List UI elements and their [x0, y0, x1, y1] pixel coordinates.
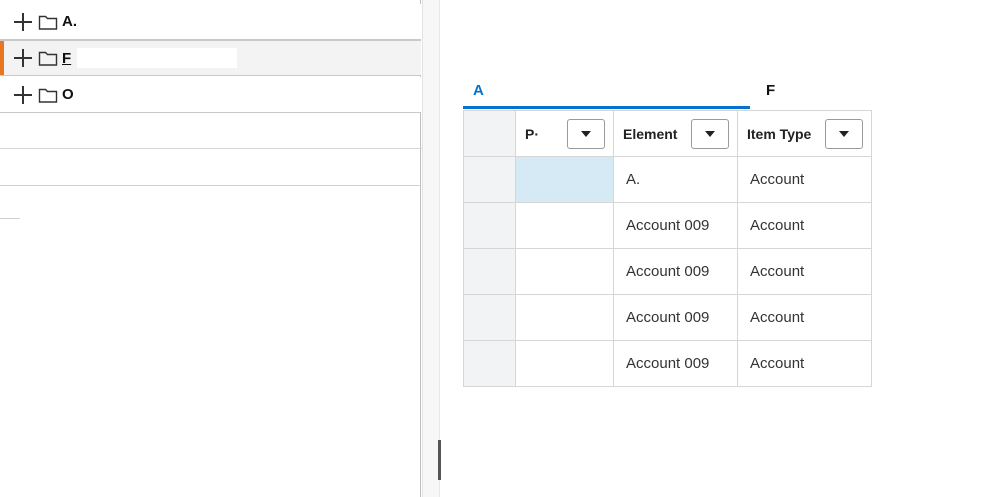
tab-a[interactable]: A — [463, 72, 750, 108]
grid-cell[interactable]: Account — [737, 340, 872, 387]
column-header-label: Item Type — [747, 125, 812, 142]
panel-splitter[interactable] — [422, 0, 440, 497]
row-header-cell[interactable] — [463, 248, 516, 295]
folder-icon — [38, 88, 58, 103]
divider — [0, 218, 20, 219]
tree-item-partial — [0, 113, 432, 149]
grid-cell[interactable]: A. — [613, 156, 738, 203]
item-type-value: Account — [750, 171, 805, 188]
caret-down-icon — [581, 130, 591, 137]
column-header-element: Element — [613, 110, 738, 157]
redacted-area — [77, 48, 238, 68]
row-header-cell[interactable] — [463, 340, 516, 387]
row-header-cell[interactable] — [463, 156, 516, 203]
element-value: Account 009 — [626, 309, 710, 326]
tree-item[interactable]: O — [0, 77, 421, 113]
grid-cell[interactable]: Account 009 — [613, 248, 738, 295]
grid-cell[interactable]: Account — [737, 202, 872, 249]
element-value: Account 009 — [626, 263, 710, 280]
table-row: Account 009 Account — [463, 202, 872, 249]
table-row: A. Account — [463, 156, 872, 203]
grid-cell[interactable]: Account 009 — [613, 340, 738, 387]
item-type-value: Account — [750, 217, 805, 234]
table-row: Account 009 Account — [463, 294, 872, 341]
row-header-cell[interactable] — [463, 202, 516, 249]
tree-item-label: A. — [62, 13, 77, 30]
item-type-value: Account — [750, 263, 805, 280]
caret-down-icon — [705, 130, 715, 137]
tab-f[interactable]: F — [750, 72, 870, 108]
grid-cell[interactable] — [515, 202, 614, 249]
item-type-value: Account — [750, 355, 805, 372]
column-header-p: P· — [515, 110, 614, 157]
column-dropdown-button[interactable] — [567, 118, 605, 149]
grid-cell[interactable]: Account 009 — [613, 294, 738, 341]
row-header-corner — [463, 110, 516, 157]
caret-down-icon — [839, 130, 849, 137]
column-header-item-type: Item Type — [737, 110, 872, 157]
divider — [0, 185, 421, 186]
item-type-value: Account — [750, 309, 805, 326]
column-dropdown-button[interactable] — [825, 118, 863, 149]
column-header-label: P· — [525, 125, 539, 142]
column-dropdown-button[interactable] — [691, 118, 729, 149]
data-grid: P· Element Item Type A. Account Account … — [463, 110, 872, 387]
tree-item-label: F — [62, 49, 72, 67]
grid-cell[interactable] — [515, 294, 614, 341]
table-row: Account 009 Account — [463, 248, 872, 295]
expand-plus-icon[interactable] — [14, 85, 32, 104]
tree-item-label: O — [62, 86, 74, 103]
folder-icon — [38, 15, 58, 30]
grid-header-row: P· Element Item Type — [463, 110, 872, 157]
column-header-label: Element — [623, 125, 678, 142]
element-value: Account 009 — [626, 217, 710, 234]
grid-cell[interactable]: Account — [737, 156, 872, 203]
grid-cell-selected[interactable] — [515, 156, 614, 203]
tree-item-selected[interactable]: F — [0, 40, 421, 76]
expand-plus-icon[interactable] — [14, 49, 32, 67]
grid-cell[interactable]: Account 009 — [613, 202, 738, 249]
element-value: A. — [626, 171, 641, 188]
tree-panel: A. F O — [0, 0, 432, 497]
active-tab-indicator — [463, 106, 750, 109]
grid-cell[interactable]: Account — [737, 294, 872, 341]
splitter-grip[interactable] — [438, 440, 441, 480]
element-value: Account 009 — [626, 355, 710, 372]
table-row: Account 009 Account — [463, 340, 872, 387]
folder-icon — [38, 51, 58, 66]
grid-cell[interactable] — [515, 248, 614, 295]
grid-cell[interactable] — [515, 340, 614, 387]
row-header-cell[interactable] — [463, 294, 516, 341]
tab-label: A — [473, 81, 484, 99]
grid-cell[interactable]: Account — [737, 248, 872, 295]
tree-item[interactable]: A. — [0, 4, 421, 40]
tab-label: F — [766, 81, 776, 99]
expand-plus-icon[interactable] — [14, 12, 32, 31]
